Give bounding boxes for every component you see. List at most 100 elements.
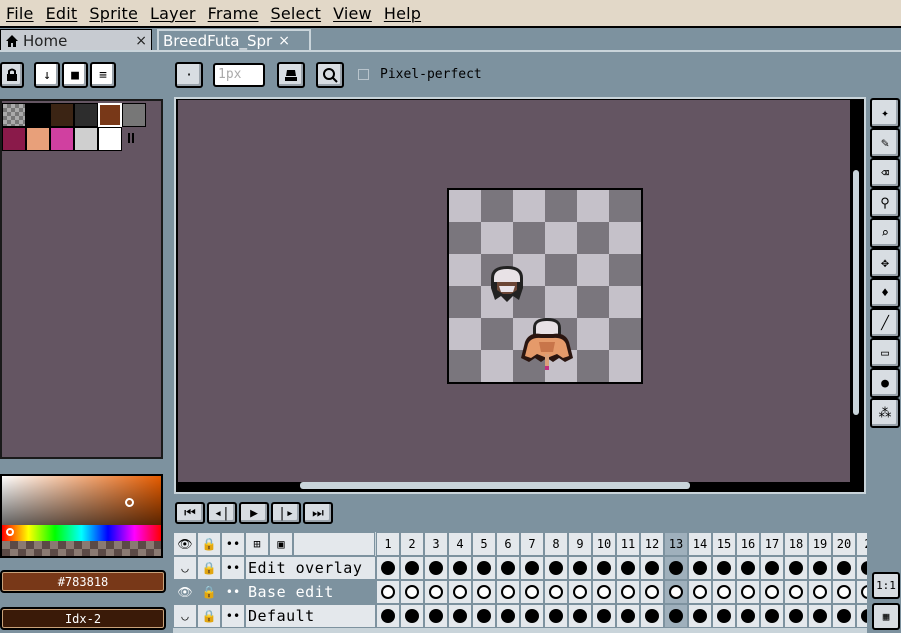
cel[interactable] xyxy=(664,604,688,628)
first-frame-button[interactable]: ⏮ xyxy=(175,502,205,524)
menu-sprite[interactable]: Sprite xyxy=(83,4,144,23)
cel[interactable] xyxy=(520,604,544,628)
cel[interactable] xyxy=(400,604,424,628)
cel[interactable] xyxy=(520,556,544,580)
cel[interactable] xyxy=(664,556,688,580)
layer-name[interactable]: Default xyxy=(245,604,376,628)
cel[interactable] xyxy=(424,580,448,604)
cel[interactable] xyxy=(568,556,592,580)
palette-swatch-selected[interactable] xyxy=(98,103,122,127)
palette-swatch[interactable] xyxy=(50,127,74,151)
brush-size-input[interactable]: 1px xyxy=(213,63,265,87)
ink-button[interactable] xyxy=(277,62,305,88)
menu-edit[interactable]: Edit xyxy=(40,4,84,23)
tab-home[interactable]: Home × xyxy=(0,29,152,51)
cel[interactable] xyxy=(376,556,400,580)
continuous-icon[interactable]: •• xyxy=(221,604,245,628)
cel[interactable] xyxy=(520,580,544,604)
cel[interactable] xyxy=(712,556,736,580)
palette-swatch[interactable] xyxy=(2,127,26,151)
cel[interactable] xyxy=(808,604,832,628)
cel[interactable] xyxy=(688,604,712,628)
cel[interactable] xyxy=(568,580,592,604)
cel[interactable] xyxy=(736,604,760,628)
eye-icon[interactable]: 👁 xyxy=(173,532,197,556)
layer-row[interactable]: ◡ 🔒 •• Default xyxy=(173,604,867,628)
cel[interactable] xyxy=(664,580,688,604)
frame-number[interactable]: 16 xyxy=(736,532,760,556)
cel[interactable] xyxy=(712,580,736,604)
layer-row[interactable]: ◡ 🔒 •• Edit overlay xyxy=(173,556,867,580)
cel[interactable] xyxy=(544,604,568,628)
frame-number[interactable]: 2 xyxy=(856,532,867,556)
line-tool[interactable]: ╱ xyxy=(870,308,900,338)
cel[interactable] xyxy=(688,556,712,580)
cel[interactable] xyxy=(832,580,856,604)
palette-swatch[interactable] xyxy=(74,103,98,127)
cel[interactable] xyxy=(808,580,832,604)
continuous-icon[interactable]: •• xyxy=(221,556,245,580)
cel[interactable] xyxy=(808,556,832,580)
cel[interactable] xyxy=(640,556,664,580)
palette-swatch[interactable] xyxy=(122,103,146,127)
drop-down-button[interactable]: ↓ xyxy=(34,62,60,88)
pixel-perfect-checkbox[interactable] xyxy=(358,69,369,80)
hue-slider[interactable] xyxy=(0,525,163,541)
menu-select[interactable]: Select xyxy=(265,4,328,23)
cel[interactable] xyxy=(736,556,760,580)
cel[interactable] xyxy=(496,580,520,604)
palette-swatch[interactable] xyxy=(26,127,50,151)
visibility-icon[interactable]: ◡ xyxy=(173,604,197,628)
cel[interactable] xyxy=(592,604,616,628)
menu-view[interactable]: View xyxy=(327,4,378,23)
frame-number[interactable]: 14 xyxy=(688,532,712,556)
cel[interactable] xyxy=(760,604,784,628)
layer-name[interactable]: Edit overlay xyxy=(245,556,376,580)
lock-icon[interactable]: 🔒 xyxy=(197,604,221,628)
move-tool[interactable]: ✥ xyxy=(870,248,900,278)
menu-button[interactable]: ≡ xyxy=(90,62,116,88)
layer-group-icon[interactable]: ⊞ xyxy=(245,532,269,556)
frame-number[interactable]: 8 xyxy=(544,532,568,556)
close-icon[interactable]: × xyxy=(278,33,290,49)
cel[interactable] xyxy=(544,580,568,604)
cel[interactable] xyxy=(376,580,400,604)
color-hex-button[interactable]: #783818 xyxy=(0,570,166,593)
eyedropper-tool[interactable]: ⚲ xyxy=(870,188,900,218)
magic-wand-tool[interactable]: ✦ xyxy=(870,98,900,128)
eraser-tool[interactable]: ⌫ xyxy=(870,158,900,188)
frame-number[interactable]: 13 xyxy=(664,532,688,556)
cel[interactable] xyxy=(568,604,592,628)
continuous-icon[interactable]: •• xyxy=(221,532,245,556)
palette-swatch[interactable] xyxy=(50,103,74,127)
frame-number[interactable]: 15 xyxy=(712,532,736,556)
palette-swatch[interactable] xyxy=(74,127,98,151)
menu-frame[interactable]: Frame xyxy=(202,4,265,23)
cel[interactable] xyxy=(832,556,856,580)
menu-file[interactable]: File xyxy=(0,4,40,23)
layer-name[interactable]: Base edit xyxy=(245,580,376,604)
cel[interactable] xyxy=(784,604,808,628)
horizontal-scroll-thumb[interactable] xyxy=(300,482,690,489)
palette-swatch-transparent[interactable] xyxy=(2,103,26,127)
zoom-one-to-one-button[interactable]: 1:1 xyxy=(872,572,900,599)
cel[interactable] xyxy=(472,604,496,628)
palette-resize-handle[interactable] xyxy=(128,133,134,143)
cel[interactable] xyxy=(736,580,760,604)
color-index-button[interactable]: Idx-2 xyxy=(0,607,166,630)
cel[interactable] xyxy=(400,580,424,604)
eyedropper-options-button[interactable] xyxy=(316,62,344,88)
play-button[interactable]: ▶ xyxy=(239,502,269,524)
cel[interactable] xyxy=(472,556,496,580)
visibility-icon[interactable]: 👁 xyxy=(173,580,197,604)
cel[interactable] xyxy=(760,556,784,580)
frame-number[interactable]: 4 xyxy=(448,532,472,556)
frame-number[interactable]: 2 xyxy=(400,532,424,556)
brush-type-button[interactable]: · xyxy=(175,62,203,88)
layer-row[interactable]: 👁 🔒 •• Base edit xyxy=(173,580,867,604)
cel[interactable] xyxy=(856,556,867,580)
next-frame-button[interactable]: |▸ xyxy=(271,502,301,524)
cel[interactable] xyxy=(784,580,808,604)
palette-swatch[interactable] xyxy=(98,127,122,151)
pencil-tool[interactable]: ✎ xyxy=(870,128,900,158)
